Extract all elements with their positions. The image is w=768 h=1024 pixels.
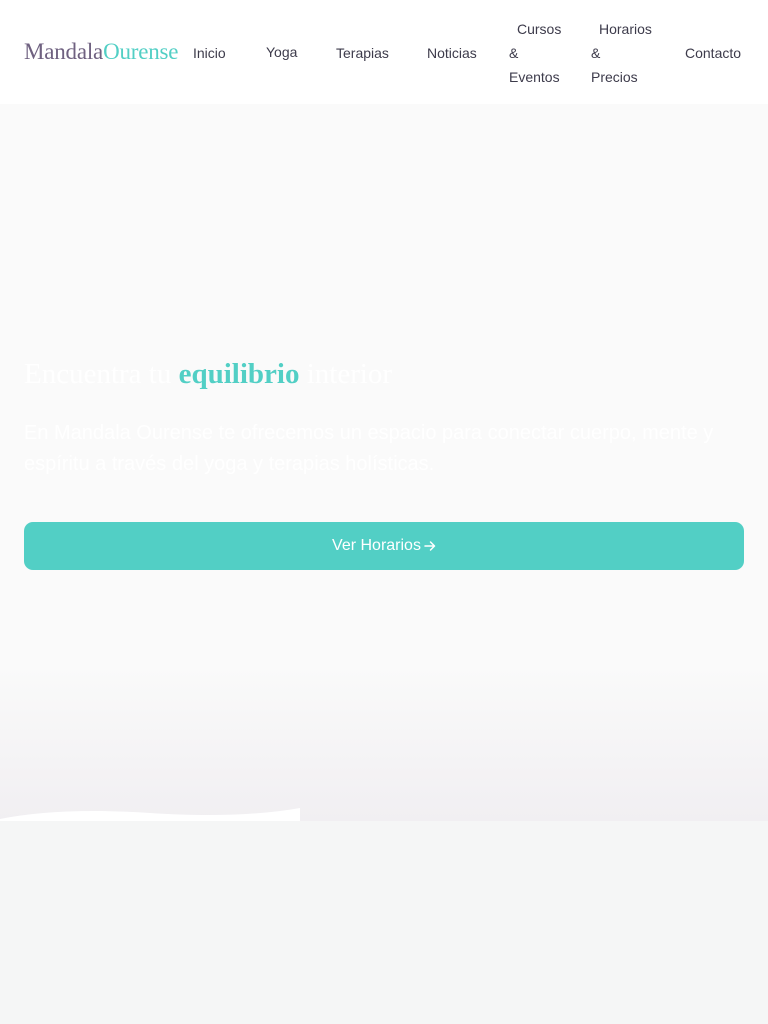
content-section [0, 821, 768, 1024]
nav-item-cursos-eventos-line-2: & [509, 45, 519, 61]
nav-item-horarios-precios-line-1: Horarios [599, 21, 652, 37]
nav-item-horarios-precios[interactable]: Horarios & Precios [591, 17, 652, 89]
nav-item-inicio[interactable]: Inicio [193, 41, 226, 65]
nav-item-yoga[interactable]: Yoga [266, 40, 297, 64]
nav-item-cursos-eventos[interactable]: Cursos & Eventos [509, 17, 561, 89]
nav-item-horarios-precios-line-3: Precios [591, 69, 638, 85]
hero-title-before: Encuentra tu [24, 358, 179, 390]
logo-text-mandala: Mandala [24, 39, 104, 64]
arrow-right-icon [424, 541, 436, 551]
ver-horarios-label: Ver Horarios [332, 537, 421, 554]
logo-text-ourense: Ourense [103, 39, 179, 64]
nav-item-terapias[interactable]: Terapias [336, 41, 389, 65]
hero-title-accent: equilibrio [178, 358, 300, 390]
nav-item-noticias[interactable]: Noticias [427, 41, 477, 65]
nav-item-cursos-eventos-line-1: Cursos [517, 21, 562, 37]
nav-item-horarios-precios-line-2: & [591, 45, 601, 61]
site-logo[interactable]: MandalaOurense [24, 36, 179, 68]
hero-description: En Mandala Ourense te ofrecemos un espac… [24, 422, 714, 475]
nav-item-cursos-eventos-line-3: Eventos [509, 69, 560, 85]
wave-divider [0, 808, 300, 822]
hero-title: Encuentra tu equilibrio interior [24, 352, 392, 396]
ver-horarios-button[interactable]: Ver Horarios [24, 522, 744, 570]
nav-item-contacto[interactable]: Contacto [685, 41, 741, 65]
hero-title-after: interior [299, 358, 393, 390]
site-header: MandalaOurense Inicio Yoga Terapias Noti… [0, 0, 768, 104]
